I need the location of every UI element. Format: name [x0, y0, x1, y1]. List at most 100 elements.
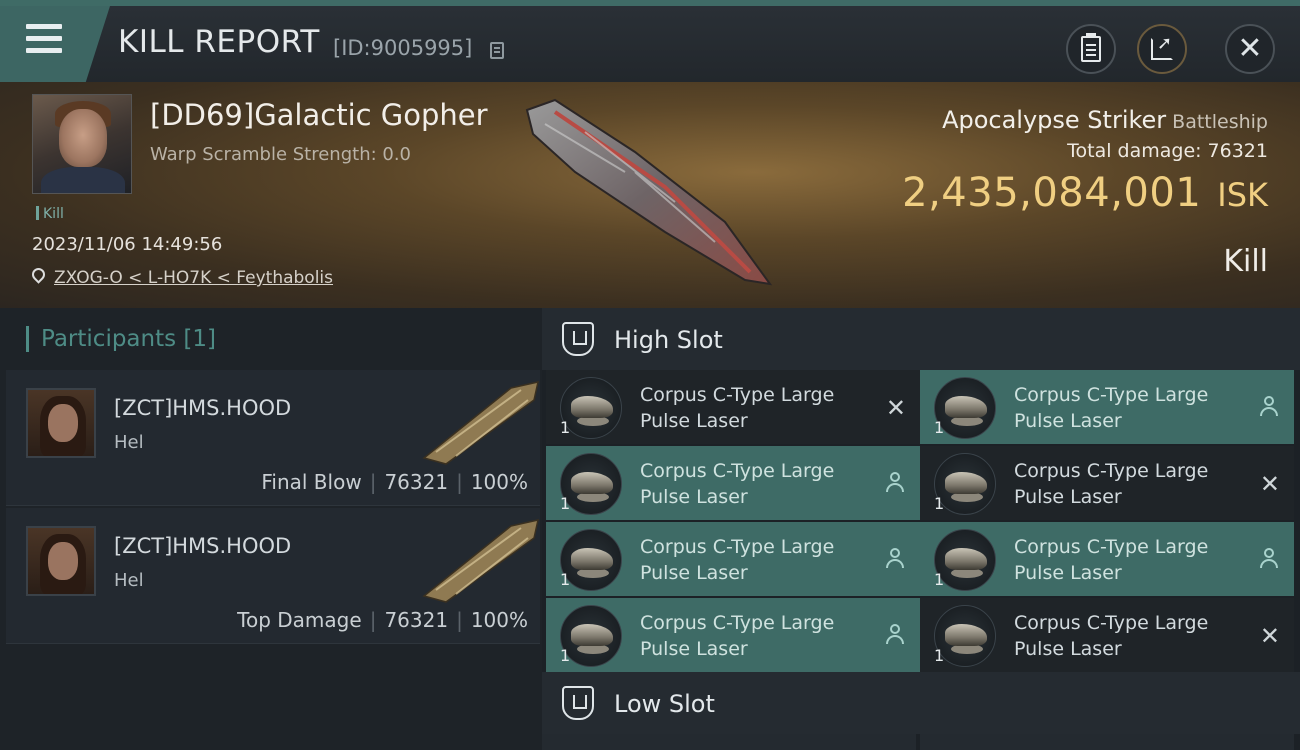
participant-role: Top Damage: [237, 608, 362, 632]
low-slot-header[interactable]: Low Slot: [542, 672, 1300, 734]
clipboard-icon: [1081, 33, 1101, 62]
module-tile[interactable]: 1 Corpus C-Type Large Pulse Laser: [920, 522, 1294, 596]
participant-row[interactable]: [ZCT]HMS.HOOD Hel Final Blow | 76321 | 100%: [6, 370, 540, 506]
kill-tag: Kill: [36, 206, 64, 222]
participant-row[interactable]: [ZCT]HMS.HOOD Hel Top Damage | 76321 | 100%: [6, 508, 540, 644]
module-name: Corpus C-Type Large Pulse Laser: [1014, 458, 1244, 510]
module-name: Corpus C-Type Large Pulse Laser: [640, 382, 870, 434]
participants-panel: Participants [1] [ZCT]HMS.HOOD Hel Final…: [0, 308, 542, 750]
module-name-line2: Pulse Laser: [640, 638, 748, 660]
avatar[interactable]: [26, 526, 96, 596]
participant-percent: 100%: [470, 608, 528, 632]
module-tile[interactable]: 1 Corpus C-Type Large Pulse Laser: [546, 598, 920, 672]
slot-shield-icon: [562, 322, 594, 356]
module-quantity: 1: [560, 646, 571, 665]
isk-line: 2,435,084,001 ISK: [902, 170, 1268, 216]
module-name-line2: Pulse Laser: [1014, 486, 1122, 508]
participant-ship: Hel: [114, 432, 144, 453]
share-button[interactable]: [1137, 24, 1187, 74]
total-damage-value: 76321: [1207, 140, 1268, 162]
low-slot-label: Low Slot: [614, 690, 715, 718]
module-tile[interactable]: 1 Corpus C-Type Large Pulse Laser: [546, 446, 920, 520]
module-name: Corpus C-Type Large Pulse Laser: [1014, 382, 1244, 434]
destroyed-icon: ✕: [1259, 470, 1280, 498]
close-button[interactable]: ✕: [1225, 24, 1275, 74]
module-name-line2: Pulse Laser: [1014, 638, 1122, 660]
low-slot-module-partial[interactable]: [542, 734, 916, 750]
victim-name: [DD69]Galactic Gopher: [150, 98, 488, 132]
warp-scramble-strength: Warp Scramble Strength: 0.0: [150, 144, 412, 165]
victim-ship-image: [525, 98, 773, 286]
clipboard-button[interactable]: [1066, 24, 1116, 74]
module-name: Corpus C-Type Large Pulse Laser: [640, 610, 870, 662]
module-name-line1: Corpus C-Type Large: [640, 460, 835, 482]
module-tile[interactable]: 1 Corpus C-Type Large Pulse Laser: [920, 370, 1294, 444]
location-link[interactable]: ZXOG-O < L-HO7K < Feythabolis: [54, 268, 333, 288]
module-name: Corpus C-Type Large Pulse Laser: [1014, 610, 1244, 662]
module-name-line2: Pulse Laser: [1014, 410, 1122, 432]
module-tile[interactable]: 1 Corpus C-Type Large Pulse Laser ✕: [920, 446, 1294, 520]
module-name-line1: Corpus C-Type Large: [1014, 536, 1209, 558]
high-slot-label: High Slot: [614, 326, 723, 354]
participant-name: [ZCT]HMS.HOOD: [114, 396, 292, 420]
module-name-line2: Pulse Laser: [640, 410, 748, 432]
close-icon: ✕: [1237, 31, 1263, 66]
ship-name-line: Apocalypse Striker Battleship: [942, 106, 1268, 134]
isk-value: 2,435,084,001: [902, 170, 1202, 216]
module-quantity: 1: [560, 570, 571, 589]
ship-name: Apocalypse Striker: [942, 106, 1167, 134]
low-slot-module-partial[interactable]: [920, 734, 1294, 750]
person-icon: [1260, 548, 1278, 568]
participant-damage: 76321: [384, 608, 449, 632]
person-icon: [886, 548, 904, 568]
total-damage-line: Total damage: 76321: [1067, 140, 1268, 162]
participants-title: Participants [1]: [26, 326, 216, 352]
isk-unit: ISK: [1217, 176, 1268, 214]
module-name: Corpus C-Type Large Pulse Laser: [640, 534, 870, 586]
module-tile[interactable]: 1 Corpus C-Type Large Pulse Laser ✕: [546, 370, 920, 444]
module-name-line1: Corpus C-Type Large: [1014, 384, 1209, 406]
menu-icon: [26, 24, 62, 54]
module-name-line1: Corpus C-Type Large: [1014, 460, 1209, 482]
module-name: Corpus C-Type Large Pulse Laser: [640, 458, 870, 510]
module-quantity: 1: [934, 494, 945, 513]
module-quantity: 1: [934, 418, 945, 437]
participant-percent: 100%: [470, 470, 528, 494]
slot-shield-icon: [562, 686, 594, 720]
module-quantity: 1: [934, 646, 945, 665]
high-slot-header[interactable]: High Slot: [542, 308, 1300, 370]
participant-ship-image: [422, 519, 539, 603]
participant-ship-image: [422, 381, 539, 465]
avatar[interactable]: [26, 388, 96, 458]
module-name-line1: Corpus C-Type Large: [640, 612, 835, 634]
participant-ship: Hel: [114, 570, 144, 591]
ship-class: Battleship: [1172, 111, 1268, 133]
participant-name: [ZCT]HMS.HOOD: [114, 534, 292, 558]
participants-title-text: Participants: [41, 326, 177, 352]
top-bar: KILL REPORT [ID:9005995] ✕: [0, 0, 1300, 82]
kill-label: Kill: [1223, 244, 1268, 279]
module-name-line1: Corpus C-Type Large: [640, 384, 835, 406]
victim-banner: [DD69]Galactic Gopher Warp Scramble Stre…: [0, 82, 1300, 308]
module-tile[interactable]: 1 Corpus C-Type Large Pulse Laser ✕: [920, 598, 1294, 672]
participants-count: [1]: [183, 326, 217, 352]
module-quantity: 1: [560, 494, 571, 513]
menu-button[interactable]: [0, 6, 110, 82]
participant-stats: Final Blow | 76321 | 100%: [261, 470, 528, 494]
destroyed-icon: ✕: [885, 394, 906, 422]
person-icon: [886, 624, 904, 644]
copy-icon[interactable]: [490, 42, 504, 59]
person-icon: [886, 472, 904, 492]
participant-damage: 76321: [384, 470, 449, 494]
module-quantity: 1: [560, 418, 571, 437]
module-tile[interactable]: 1 Corpus C-Type Large Pulse Laser: [546, 522, 920, 596]
module-quantity: 1: [934, 570, 945, 589]
person-icon: [1260, 396, 1278, 416]
module-name: Corpus C-Type Large Pulse Laser: [1014, 534, 1244, 586]
module-name-line2: Pulse Laser: [640, 562, 748, 584]
destroyed-icon: ✕: [1259, 622, 1280, 650]
victim-avatar[interactable]: [32, 94, 132, 194]
page-title: KILL REPORT: [118, 24, 320, 60]
module-name-line2: Pulse Laser: [640, 486, 748, 508]
participant-stats: Top Damage | 76321 | 100%: [237, 608, 528, 632]
